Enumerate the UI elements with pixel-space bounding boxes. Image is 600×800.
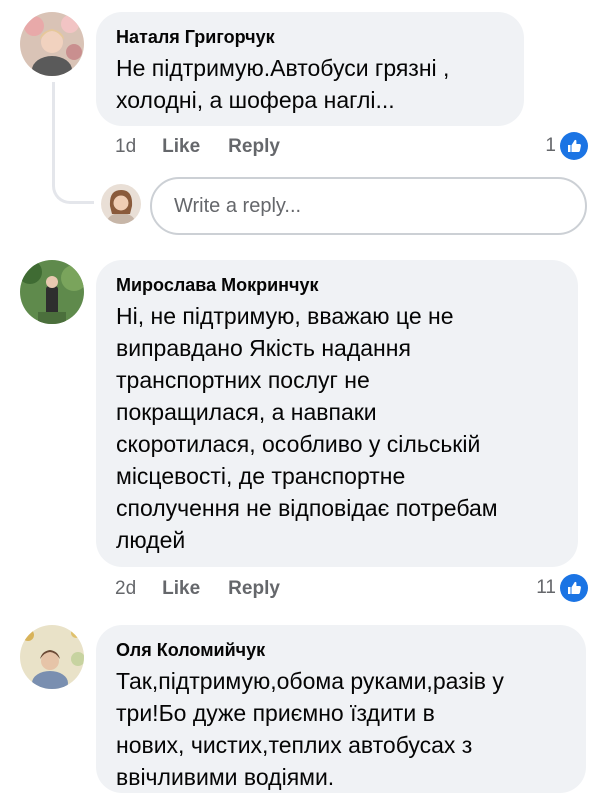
reaction-summary[interactable]: 11 [536, 574, 588, 602]
comment-bubble: Наталя Григорчук Не підтримую.Автобуси г… [96, 12, 524, 126]
comment-text: Не підтримую.Автобуси грязні , холодні, … [116, 55, 450, 113]
reply-button[interactable]: Reply [228, 136, 280, 158]
comment-actions: 1d Like Reply [115, 134, 308, 160]
comments-thread: Наталя Григорчук Не підтримую.Автобуси г… [0, 0, 600, 800]
comment-author[interactable]: Мирослава Мокринчук [116, 274, 560, 296]
like-button[interactable]: Like [162, 136, 200, 158]
comment-author[interactable]: Оля Коломийчук [116, 639, 568, 661]
comment-actions: 2d Like Reply [115, 576, 308, 602]
comment-text: Ні, не підтримую, вважаю це не виправдан… [116, 303, 498, 553]
thumbs-up-icon [560, 132, 588, 160]
avatar-olia[interactable] [20, 625, 84, 689]
current-user-avatar [101, 184, 141, 224]
comment-bubble: Мирослава Мокринчук Ні, не підтримую, вв… [96, 260, 578, 567]
reply-input-box[interactable] [150, 177, 587, 235]
comment-text: Так,підтримую,обома руками,разів у три!Б… [116, 668, 504, 790]
reply-button[interactable]: Reply [228, 578, 280, 600]
reaction-count: 1 [545, 135, 556, 156]
avatar-natalia[interactable] [20, 12, 84, 76]
reaction-count: 11 [536, 577, 556, 598]
comment-timestamp[interactable]: 2d [115, 578, 136, 600]
thread-connector-line [52, 82, 94, 204]
reply-input[interactable] [172, 193, 565, 219]
avatar-myroslava[interactable] [20, 260, 84, 324]
reaction-summary[interactable]: 1 [545, 132, 588, 160]
thumbs-up-icon [560, 574, 588, 602]
comment-author[interactable]: Наталя Григорчук [116, 26, 506, 48]
like-button[interactable]: Like [162, 578, 200, 600]
comment-bubble: Оля Коломийчук Так,підтримую,обома рукам… [96, 625, 586, 793]
comment-timestamp[interactable]: 1d [115, 136, 136, 158]
